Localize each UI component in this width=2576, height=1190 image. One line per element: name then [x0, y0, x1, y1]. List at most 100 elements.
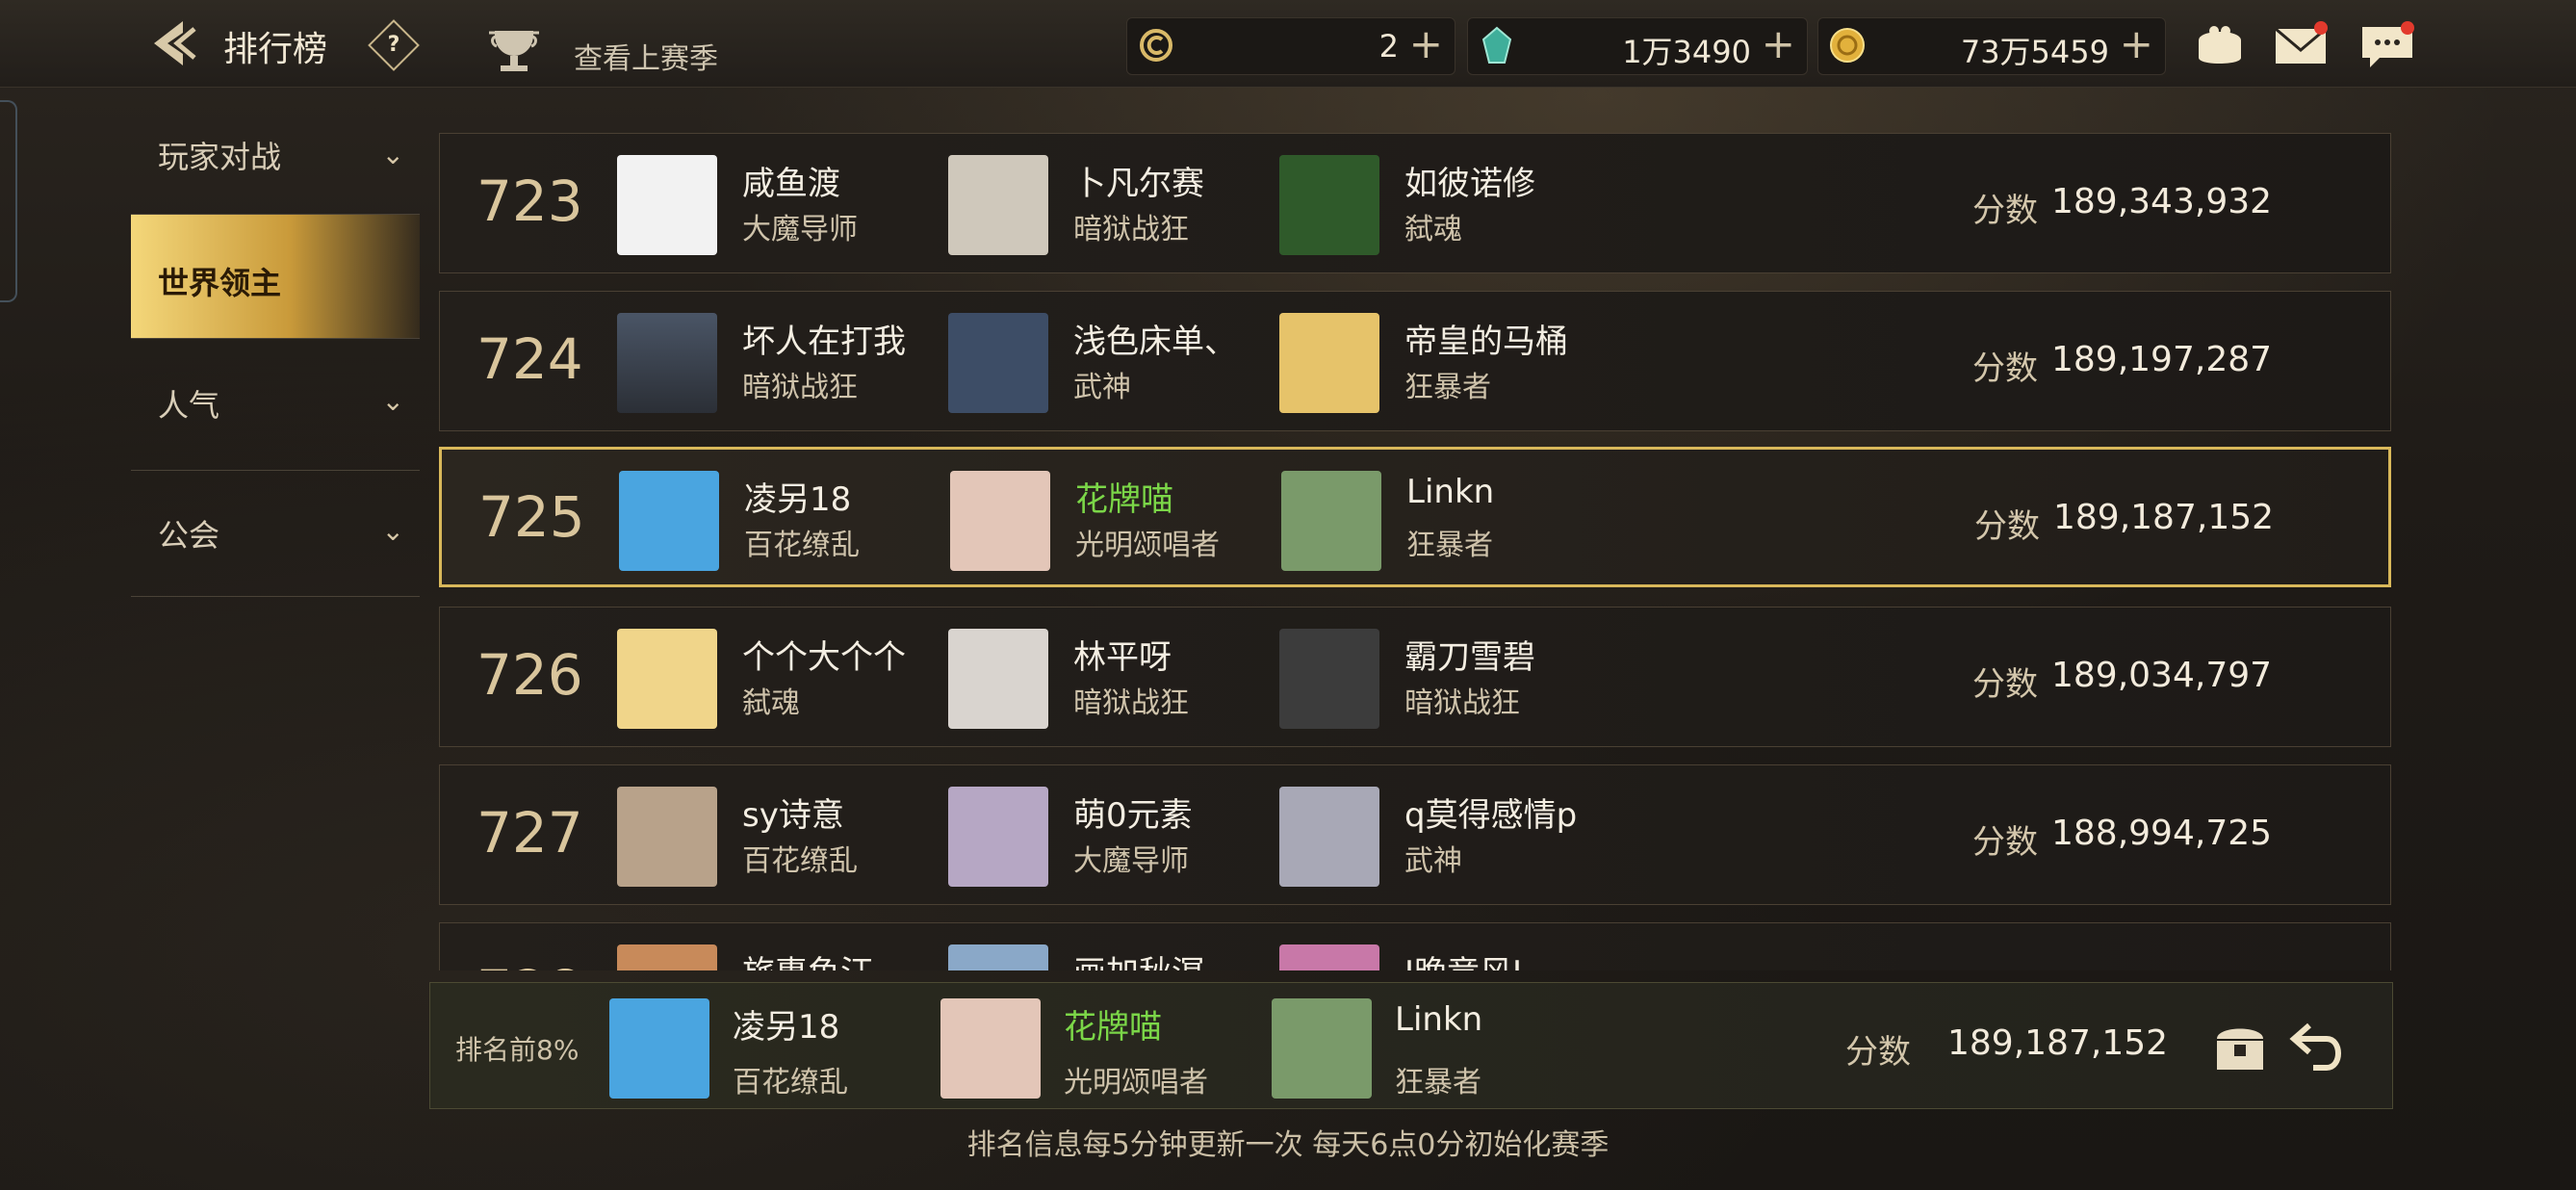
player-name: 个个大个个 [742, 638, 906, 677]
sidebar-item-world-boss[interactable]: 世界领主 [131, 215, 420, 339]
trophy-icon[interactable] [485, 25, 543, 77]
avatar [948, 155, 1048, 255]
rank-number: 727 [477, 800, 583, 866]
ranking-row-current-team[interactable]: 725 凌另18 百花缭乱 花牌喵 光明颂唱者 Linkn 狂暴者 分数 189… [439, 447, 2391, 587]
avatar [948, 629, 1048, 729]
add-coupon-button[interactable]: + [1409, 22, 1443, 66]
avatar [950, 471, 1050, 571]
sidebar-item-popularity[interactable]: 人气 ⌄ [131, 339, 420, 471]
coupon-value: 2 [1378, 28, 1399, 65]
avatar [619, 471, 719, 571]
help-button[interactable]: ? [368, 19, 420, 71]
gem-resource: 1万3490 + [1467, 17, 1808, 75]
player-name: q莫得感情p [1404, 796, 1578, 835]
player-class: 暗狱战狂 [1073, 686, 1189, 720]
player-class: 百花缭乱 [733, 1066, 848, 1099]
sidebar-item-pvp[interactable]: 玩家对战 ⌄ [131, 112, 420, 215]
avatar [1279, 787, 1379, 887]
rank-number: 725 [478, 484, 585, 550]
team-member[interactable]: 浅色床单、 武神 [948, 313, 1275, 413]
avatar [1279, 155, 1379, 255]
category-sidebar: 玩家对战 ⌄ 世界领主 人气 ⌄ 公会 ⌄ [131, 112, 420, 597]
player-name: Linkn [1406, 473, 1495, 511]
team-member[interactable]: q莫得感情p 武神 [1279, 787, 1607, 887]
ranking-row[interactable]: 727 sy诗意 百花缭乱 萌0元素 大魔导师 q莫得感情p 武神 分数 188… [439, 764, 2391, 905]
player-name: 凌另18 [733, 1008, 840, 1047]
ranking-row[interactable]: 723 咸鱼渡 大魔导师 卜凡尔赛 暗狱战狂 如彼诺修 弑魂 分数 189,34… [439, 133, 2391, 273]
add-gem-button[interactable]: + [1762, 22, 1795, 66]
score-label: 分数 [1972, 823, 2038, 862]
player-name: 花牌喵 [1075, 480, 1173, 519]
gem-icon [1481, 26, 1512, 64]
team-member[interactable]: 帝皇的马桶 狂暴者 [1279, 313, 1607, 413]
team-member[interactable]: 霸刀雪碧 暗狱战狂 [1279, 629, 1607, 729]
ranking-row[interactable]: 728 旅專鱼汪 画加秋溟 I晚竞风I [439, 922, 2391, 970]
team-member[interactable]: 花牌喵 光明颂唱者 [950, 471, 1277, 571]
avatar [1281, 471, 1381, 571]
team-member[interactable]: 花牌喵 光明颂唱者 [940, 998, 1268, 1099]
back-arrow-icon[interactable] [144, 15, 202, 71]
ranking-row[interactable]: 724 坏人在打我 暗狱战狂 浅色床单、 武神 帝皇的马桶 狂暴者 分数 189… [439, 291, 2391, 431]
team-member[interactable]: 咸鱼渡 大魔导师 [617, 155, 944, 255]
rank-number: 724 [477, 326, 583, 392]
purse-icon[interactable] [2191, 19, 2249, 71]
add-gold-button[interactable]: + [2120, 22, 2153, 66]
score-value: 188,994,725 [2051, 814, 2273, 853]
player-name: 帝皇的马桶 [1404, 323, 1568, 361]
rank-percentile: 排名前8% [455, 1034, 580, 1066]
score-label: 分数 [1974, 507, 2040, 546]
team-member[interactable]: 萌0元素 大魔导师 [948, 787, 1275, 887]
avatar [948, 787, 1048, 887]
side-drawer-handle[interactable] [0, 100, 17, 302]
player-name: 浅色床单、 [1073, 323, 1237, 361]
team-member[interactable]: 旅專鱼汪 [617, 944, 944, 970]
rank-number: 726 [477, 642, 583, 708]
avatar [1279, 944, 1379, 970]
return-icon[interactable] [2288, 1018, 2350, 1075]
avatar [1279, 313, 1379, 413]
gold-coin-icon [1830, 28, 1865, 63]
score-value: 189,343,932 [2051, 182, 2273, 221]
chevron-down-icon: ⌄ [381, 515, 404, 547]
team-member[interactable]: I晚竞风I [1279, 944, 1607, 970]
team-member[interactable]: 坏人在打我 暗狱战狂 [617, 313, 944, 413]
team-member[interactable]: 如彼诺修 弑魂 [1279, 155, 1607, 255]
team-member[interactable]: 凌另18 百花缭乱 [619, 471, 946, 571]
avatar [948, 313, 1048, 413]
view-last-season-link[interactable]: 查看上赛季 [574, 35, 718, 77]
team-member[interactable]: Linkn 狂暴者 [1272, 998, 1599, 1099]
player-name: I晚竞风I [1404, 946, 1522, 970]
team-member[interactable]: 画加秋溟 [948, 944, 1275, 970]
team-member[interactable]: 凌另18 百花缭乱 [609, 998, 937, 1099]
avatar [609, 998, 709, 1099]
sidebar-item-guild[interactable]: 公会 ⌄ [131, 471, 420, 597]
chat-notification-dot [2401, 21, 2414, 35]
team-member[interactable]: 林平呀 暗狱战狂 [948, 629, 1275, 729]
player-class: 暗狱战狂 [742, 371, 858, 404]
c-coin-icon [1140, 29, 1172, 62]
avatar [1279, 629, 1379, 729]
player-class: 武神 [1073, 371, 1131, 404]
player-class: 狂暴者 [1395, 1066, 1481, 1099]
team-member[interactable]: Linkn 狂暴者 [1281, 471, 1609, 571]
page-title: 排行榜 [223, 30, 328, 69]
player-class: 暗狱战狂 [1073, 213, 1189, 246]
ranking-list[interactable]: 723 咸鱼渡 大魔导师 卜凡尔赛 暗狱战狂 如彼诺修 弑魂 分数 189,34… [439, 133, 2393, 970]
player-class: 百花缭乱 [742, 844, 858, 878]
sidebar-item-label: 玩家对战 [158, 139, 282, 175]
coupon-resource: 2 + [1126, 17, 1455, 75]
treasure-chest-icon[interactable] [2211, 1018, 2269, 1075]
player-name: 霸刀雪碧 [1404, 638, 1535, 677]
player-class: 百花缭乱 [744, 529, 860, 562]
player-name: 萌0元素 [1073, 796, 1193, 835]
team-member[interactable]: 卜凡尔赛 暗狱战狂 [948, 155, 1275, 255]
ranking-row[interactable]: 726 个个大个个 弑魂 林平呀 暗狱战狂 霸刀雪碧 暗狱战狂 分数 189,0… [439, 607, 2391, 747]
player-class: 光明颂唱者 [1064, 1066, 1208, 1099]
player-class: 狂暴者 [1404, 371, 1491, 404]
team-member[interactable]: 个个大个个 弑魂 [617, 629, 944, 729]
gold-resource: 73万5459 + [1817, 17, 2166, 75]
player-class: 狂暴者 [1406, 529, 1493, 562]
player-class: 弑魂 [742, 686, 800, 720]
sidebar-item-label: 世界领主 [158, 265, 282, 301]
team-member[interactable]: sy诗意 百花缭乱 [617, 787, 944, 887]
